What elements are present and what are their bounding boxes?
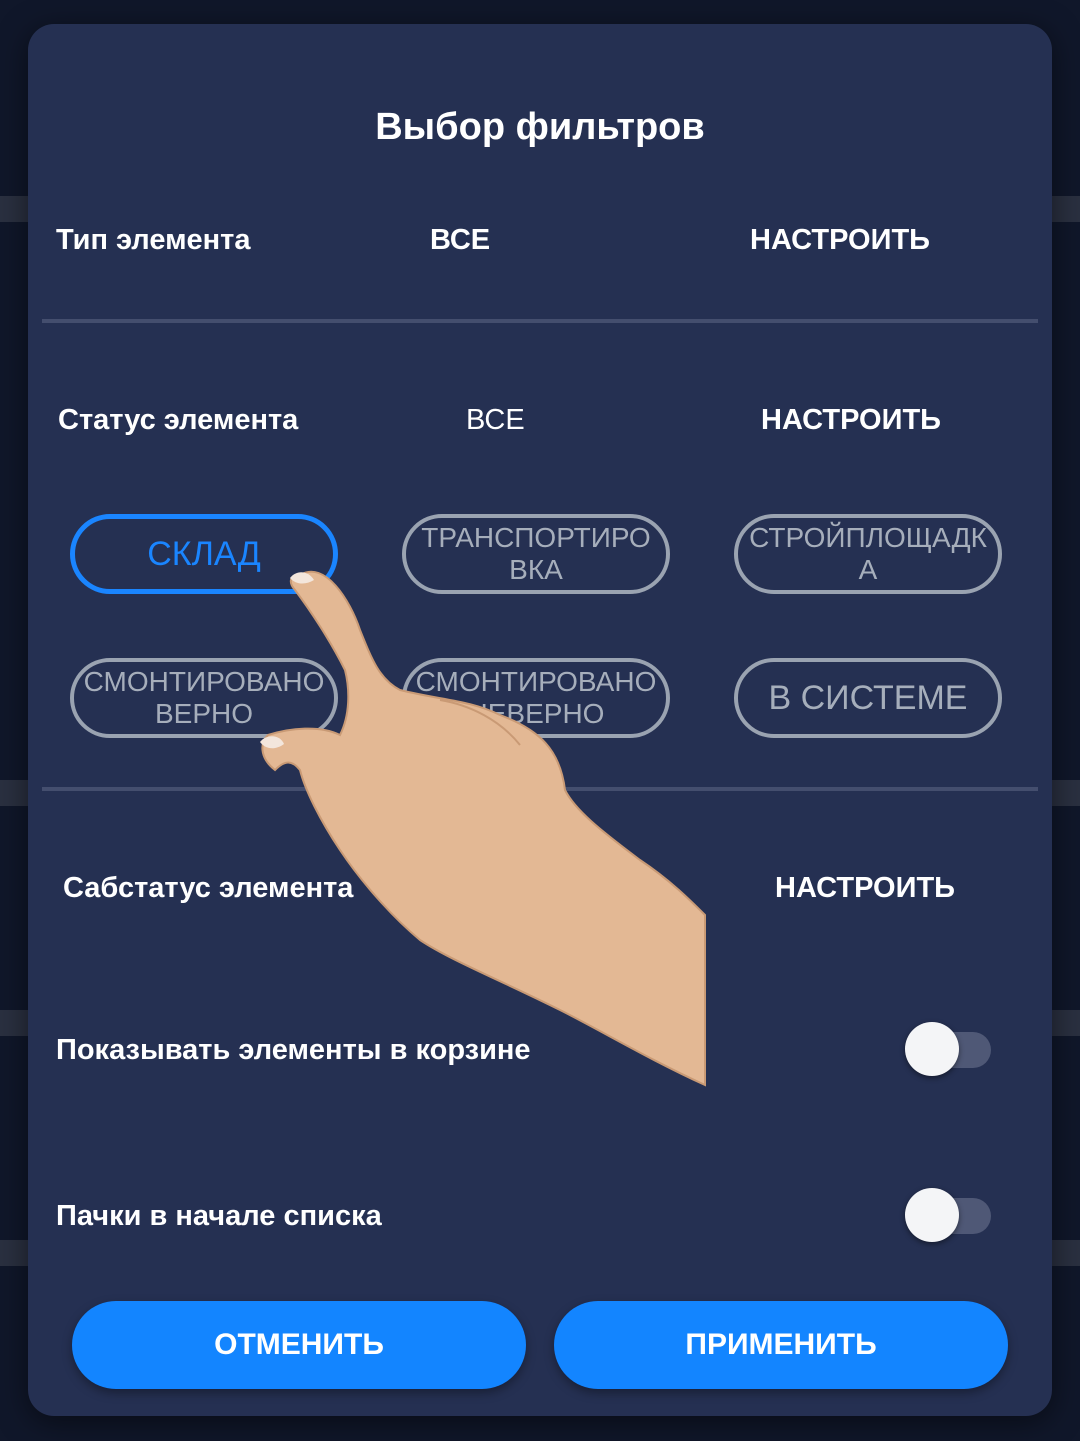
hand-pointer-icon [260,570,706,1087]
hand-shape [261,570,706,1087]
